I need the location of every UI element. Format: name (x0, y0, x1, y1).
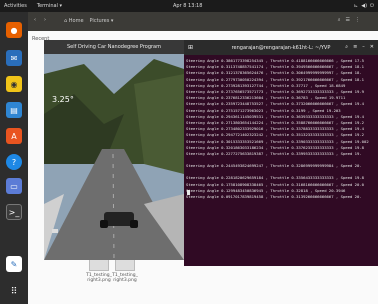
thunderbird-icon[interactable]: ✉ (6, 50, 22, 66)
menu-icon[interactable]: ≡ (353, 44, 357, 50)
driving-scene (44, 54, 184, 260)
dock: ● ✉ ◉ ▤ A ? ▭ >_ ✎ ⠿ (0, 12, 28, 304)
help-icon[interactable]: ? (6, 154, 22, 170)
terminal-cursor (187, 190, 190, 195)
simulator-window[interactable]: Self Driving Car Nanodegree Program 3.25… (44, 40, 184, 260)
terminal-line: Steering Angle 0.3015333353521669 , Thro… (186, 138, 369, 144)
view-icon[interactable]: ☰ (346, 17, 350, 23)
terminal-line: Steering Angle 0.2277275633819387 , Thro… (186, 151, 362, 157)
breadcrumb-home[interactable]: ⌂ Home (64, 18, 84, 24)
terminal-line: Steering Angle 0.2445493824699247 , Thro… (186, 163, 362, 169)
clock[interactable]: Apr 8 13:18 (173, 3, 202, 9)
text-editor-icon[interactable]: ✎ (6, 256, 22, 272)
steering-angle-readout: 3.25° (52, 95, 74, 104)
volume-icon: ◀) (361, 3, 368, 9)
power-icon: ⏻ (370, 3, 374, 9)
files-icon[interactable]: ▭ (6, 178, 22, 194)
terminal-line: Steering Angle 0.2779730050224394 , Thro… (186, 76, 365, 82)
terminal-window[interactable]: ⊞ rengarajan@rengarajan-k61ht-L: ~/YVP ⌕… (184, 40, 378, 266)
terminal-output[interactable]: Steering Angle 0.3861773398254345 , Thro… (186, 58, 369, 200)
top-bar: Activities Terminal ▾ Apr 8 13:18 ⊾ ◀) ⏻ (0, 0, 378, 12)
app-menu[interactable]: Terminal ▾ (37, 3, 62, 9)
search-icon[interactable]: ⌕ (345, 44, 348, 50)
file-manager-header: ‹ › ⌂ Home Pictures ▾ ⌕ ☰ ⋮ (28, 12, 378, 31)
terminal-line: Steering Angle 0.3121378365624476 , Thro… (186, 70, 362, 76)
activities-button[interactable]: Activities (4, 3, 27, 9)
file-label: T1_testing_ right3.png (112, 273, 138, 283)
file-label: T1_testing_ right3.png (86, 273, 112, 283)
network-icon: ⊾ (354, 3, 359, 9)
terminal-line: Steering Angle 0.1758108908338465 , Thro… (186, 181, 365, 187)
libreoffice-writer-icon[interactable]: ▤ (6, 102, 22, 118)
search-icon[interactable]: ⌕ (338, 17, 341, 23)
terminal-icon[interactable]: >_ (6, 204, 22, 220)
terminal-line: Steering Angle 0.2359723448753527 , Thro… (186, 101, 365, 107)
show-apps-icon[interactable]: ⠿ (6, 284, 22, 300)
menu-icon[interactable]: ⋮ (355, 17, 360, 23)
terminal-titlebar: ⊞ rengarajan@rengarajan-k61ht-L: ~/YVP ⌕… (184, 40, 378, 55)
firefox-icon[interactable]: ● (6, 22, 22, 38)
breadcrumb-pictures[interactable]: Pictures ▾ (90, 18, 114, 24)
system-tray[interactable]: ⊾ ◀) ⏻ (354, 3, 374, 9)
simulator-title: Self Driving Car Nanodegree Program (44, 40, 184, 54)
close-icon[interactable]: ✕ (370, 44, 374, 50)
rhythmbox-icon[interactable]: ◉ (6, 76, 22, 92)
terminal-line: Steering Angle 0.2281820629659184 , Thro… (186, 175, 365, 181)
terminal-line: Steering Angle 0.2947721402323242 , Thro… (186, 132, 365, 138)
back-icon[interactable]: ‹ (34, 17, 36, 23)
minimize-icon[interactable]: – (362, 44, 365, 50)
forward-icon[interactable]: › (44, 17, 46, 23)
terminal-line: Steering Angle 0.0917017839819458 , Thro… (186, 194, 362, 200)
ubuntu-software-icon[interactable]: A (6, 128, 22, 144)
